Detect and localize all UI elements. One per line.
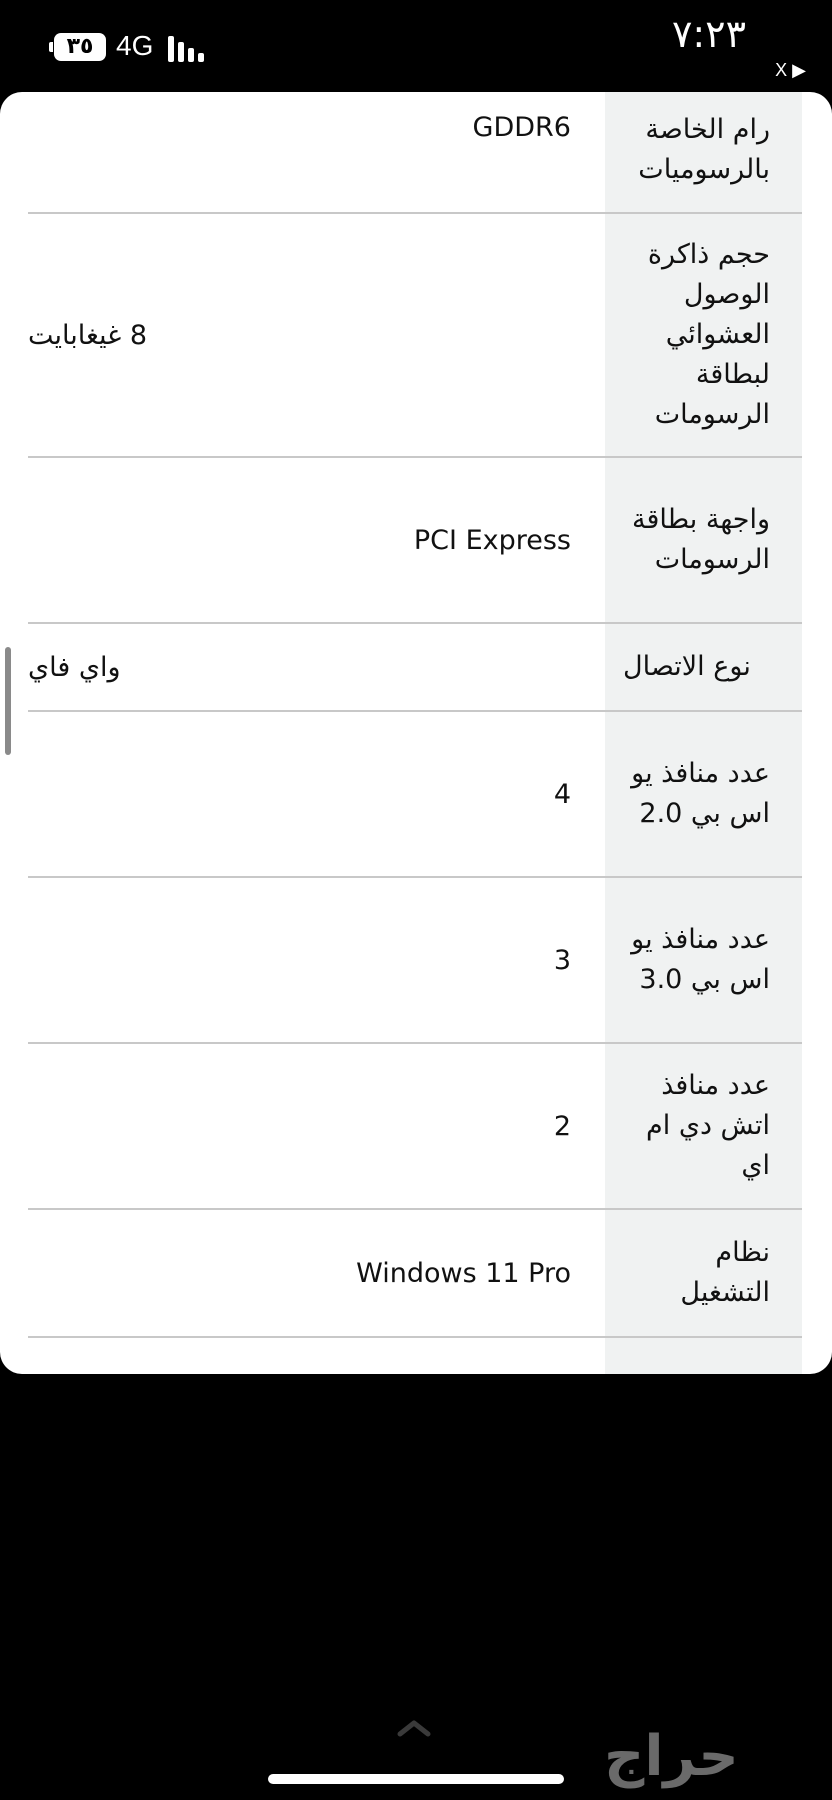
status-bar: ٣٥ 4G ٧:٢٣ X ▶ <box>0 0 832 92</box>
spec-label: نظام التشغيل <box>605 1210 802 1336</box>
ad-close-icon[interactable]: X ▶ <box>775 60 806 81</box>
spec-table: GDDR6 رام الخاصة بالرسوميات 8 غيغابايت ح… <box>28 92 802 1374</box>
spec-sheet[interactable]: GDDR6 رام الخاصة بالرسوميات 8 غيغابايت ح… <box>0 92 832 1374</box>
spec-value: 3 <box>28 878 605 1042</box>
spec-row: واي فاي نوع الاتصال <box>28 624 802 712</box>
spec-value: واي فاي <box>28 624 605 710</box>
spec-value: 2 <box>28 1044 605 1208</box>
spec-label: وزن السلعة <box>605 1338 802 1374</box>
signal-icon <box>168 36 208 62</box>
spec-row: 8 غيغابايت حجم ذاكرة الوصول العشوائي لبط… <box>28 214 802 458</box>
spec-label: رام الخاصة بالرسوميات <box>605 92 802 212</box>
spec-value: 8 غيغابايت <box>28 214 605 456</box>
chevron-up-icon[interactable] <box>396 1718 432 1738</box>
spec-row: 2 عدد منافذ اتش دي ام اي <box>28 1044 802 1210</box>
spec-value: 9 Kilograms <box>28 1338 605 1374</box>
spec-label: عدد منافذ يو اس بي 2.0 <box>605 712 802 876</box>
spec-row: 4 عدد منافذ يو اس بي 2.0 <box>28 712 802 878</box>
scrollbar[interactable] <box>5 647 11 755</box>
spec-value: PCI Express <box>28 458 605 622</box>
spec-row: GDDR6 رام الخاصة بالرسوميات <box>28 92 802 214</box>
battery-tip <box>49 42 53 52</box>
spec-label: عدد منافذ اتش دي ام اي <box>605 1044 802 1208</box>
clock: ٧:٢٣ <box>671 12 746 56</box>
spec-row: PCI Express واجهة بطاقة الرسومات <box>28 458 802 624</box>
spec-label: واجهة بطاقة الرسومات <box>605 458 802 622</box>
spec-row: Windows 11 Pro نظام التشغيل <box>28 1210 802 1338</box>
spec-value: GDDR6 <box>28 92 605 212</box>
spec-value: 4 <box>28 712 605 876</box>
home-indicator[interactable] <box>268 1774 564 1784</box>
spec-label: عدد منافذ يو اس بي 3.0 <box>605 878 802 1042</box>
spec-label: نوع الاتصال <box>605 624 802 710</box>
battery-icon: ٣٥ <box>54 33 106 61</box>
spec-label: حجم ذاكرة الوصول العشوائي لبطاقة الرسوما… <box>605 214 802 456</box>
spec-value: Windows 11 Pro <box>28 1210 605 1336</box>
spec-row: 9 Kilograms وزن السلعة <box>28 1338 802 1374</box>
network-type: 4G <box>116 30 154 61</box>
spec-row: 3 عدد منافذ يو اس بي 3.0 <box>28 878 802 1044</box>
haraj-logo: حراج <box>604 1724 739 1789</box>
